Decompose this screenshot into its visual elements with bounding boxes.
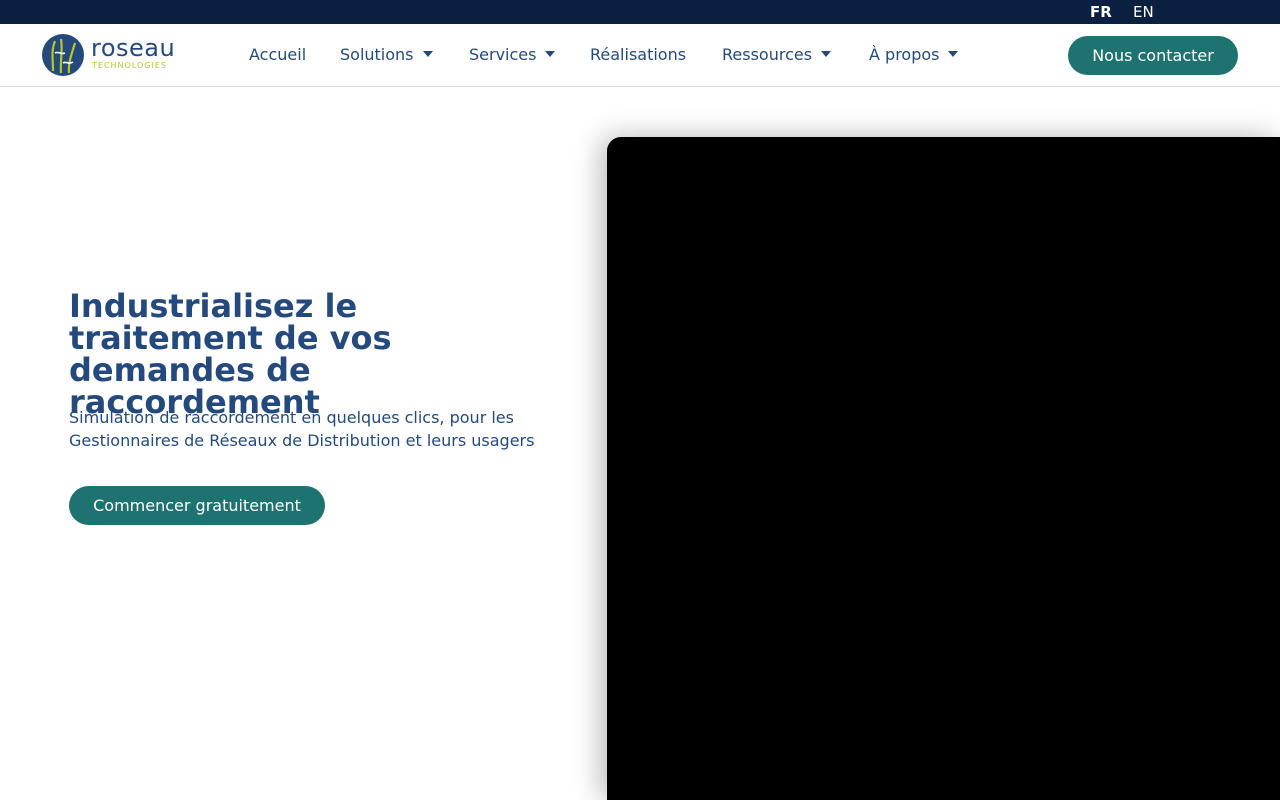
nav-item-a-propos[interactable]: À propos (869, 45, 959, 65)
logo-tagline: TECHNOLOGIES (92, 61, 167, 70)
chevron-down-icon (422, 51, 433, 57)
site-header: roseau TECHNOLOGIES Accueil Solutions Se… (0, 24, 1280, 87)
chevron-down-icon (948, 51, 959, 57)
roseau-logo[interactable]: roseau TECHNOLOGIES (41, 33, 176, 77)
nav-item-label: Solutions (340, 45, 414, 64)
logo-wordmark: roseau (91, 34, 176, 62)
roseau-logo-icon (42, 34, 84, 76)
nav-item-label: Accueil (249, 45, 307, 64)
nav-item-realisations[interactable]: Réalisations (590, 45, 686, 65)
nav-item-accueil[interactable]: Accueil (249, 45, 306, 65)
nav-item-label: À propos (869, 45, 940, 64)
nav-item-label: Ressources (722, 45, 813, 64)
language-fr-link[interactable]: FR (1090, 4, 1112, 21)
hero-video-panel[interactable] (607, 137, 1280, 800)
nav-item-ressources[interactable]: Ressources (722, 45, 832, 65)
language-bar: FR EN (0, 0, 1280, 24)
nav-item-label: Services (469, 45, 537, 64)
hero-subtitle: Simulation de raccordement en quelques c… (69, 408, 535, 450)
nav-item-label: Réalisations (590, 45, 687, 64)
contact-button[interactable]: Nous contacter (1068, 36, 1238, 75)
hero-title: Industrialisez le traitement de vos dema… (69, 287, 392, 421)
nav-item-solutions[interactable]: Solutions (340, 45, 433, 65)
chevron-down-icon (821, 51, 832, 57)
start-free-button[interactable]: Commencer gratuitement (69, 486, 325, 525)
chevron-down-icon (545, 51, 556, 57)
language-en-link[interactable]: EN (1133, 4, 1154, 21)
nav-item-services[interactable]: Services (469, 45, 556, 65)
